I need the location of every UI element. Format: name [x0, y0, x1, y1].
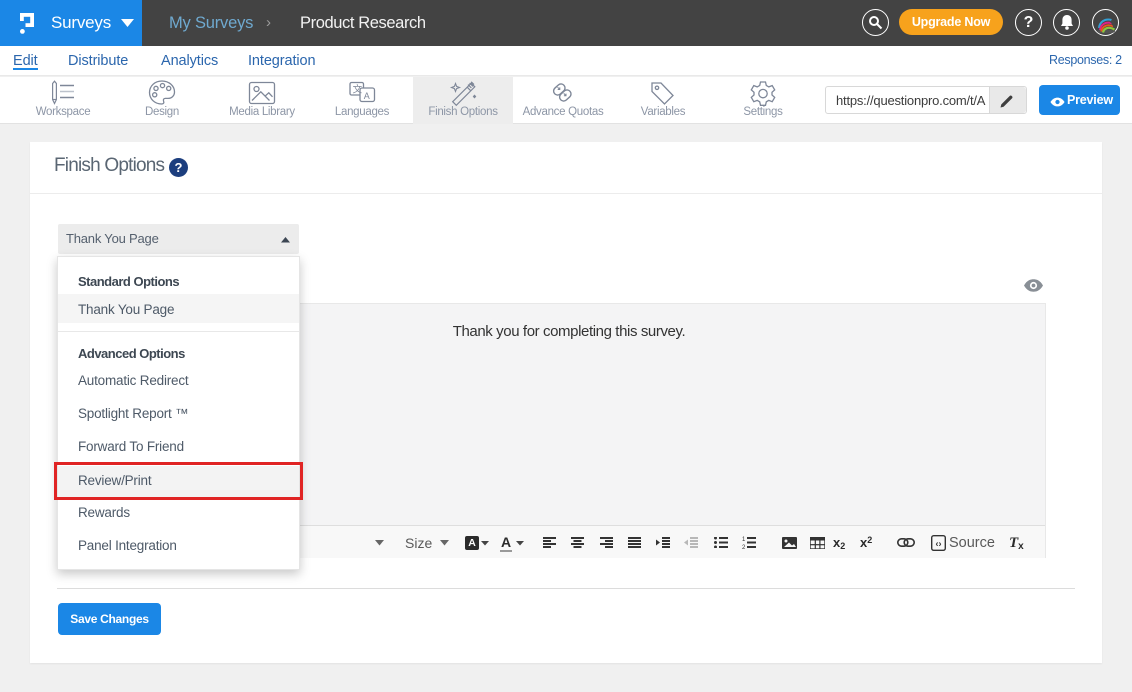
svg-text:‹›: ‹› [936, 539, 942, 549]
svg-text:文: 文 [353, 84, 363, 96]
svg-text:1: 1 [742, 537, 746, 543]
svg-text:?: ? [175, 160, 183, 175]
svg-text:A: A [364, 91, 370, 101]
svg-text:2: 2 [742, 545, 746, 549]
